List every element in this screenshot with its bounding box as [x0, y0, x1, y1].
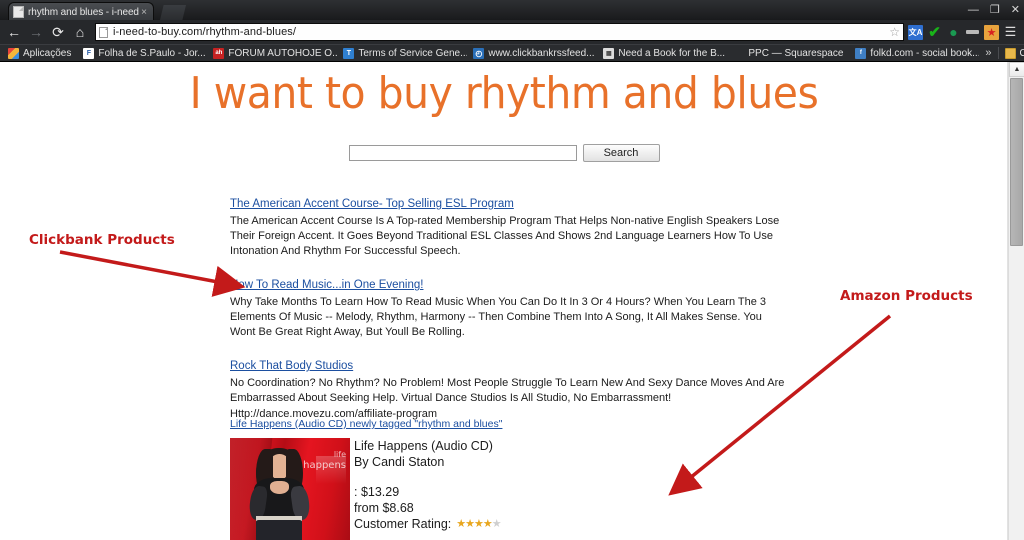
- product-byline: By Candi Staton: [354, 455, 445, 469]
- bookmark-star-icon[interactable]: ☆: [889, 25, 900, 39]
- page-info-icon: [99, 26, 108, 38]
- result-description: The American Accent Course Is A Top-rate…: [230, 215, 780, 258]
- folkd-icon: f: [855, 47, 867, 59]
- checkmark-icon[interactable]: ✔: [927, 24, 942, 41]
- search-form: Search: [0, 144, 1008, 162]
- page-content: I want to buy rhythm and blues Search Th…: [0, 62, 1008, 540]
- search-input[interactable]: [348, 145, 577, 161]
- star-extension-icon[interactable]: ★: [984, 24, 999, 40]
- title-bar: rhythm and blues - i-need-to × — ❐ ✕: [0, 0, 1024, 21]
- maximize-icon[interactable]: ❐: [990, 4, 1000, 16]
- folha-icon: F: [83, 47, 95, 59]
- result-item: The American Accent Course- Top Selling …: [230, 194, 790, 259]
- product-price: : $13.29: [354, 485, 400, 499]
- bookmark-label: PPC — Squarespace: [748, 47, 844, 59]
- browser-window: rhythm and blues - i-need-to × — ❐ ✕ ← →…: [0, 0, 1024, 540]
- result-title-link[interactable]: How To Read Music...in One Evening!: [230, 278, 423, 292]
- amazon-product-body: life happens Life Happens (Audio CD) By …: [230, 438, 790, 540]
- back-icon[interactable]: ←: [3, 21, 25, 43]
- bookmark-label: Need a Book for the B...: [618, 47, 726, 59]
- product-rating: Customer Rating: ★ ★ ★ ★ ★: [354, 516, 536, 532]
- home-icon[interactable]: ⌂: [69, 21, 91, 43]
- bookmarks-bar: Aplicações F Folha de S.Paulo - Jor... a…: [0, 44, 1024, 61]
- album-cover-image[interactable]: life happens: [230, 438, 350, 540]
- autohoje-icon: ah: [213, 47, 225, 59]
- page-viewport: I want to buy rhythm and blues Search Th…: [0, 62, 1024, 540]
- browser-chrome: rhythm and blues - i-need-to × — ❐ ✕ ← →…: [0, 0, 1024, 62]
- reload-icon[interactable]: ⟳: [47, 21, 69, 43]
- menu-icon[interactable]: ☰: [1003, 24, 1018, 40]
- result-title-link[interactable]: Rock That Body Studios: [230, 359, 353, 373]
- result-item: Rock That Body Studios No Coordination? …: [230, 356, 790, 421]
- product-title: Life Happens (Audio CD): [354, 439, 493, 453]
- green-circle-icon[interactable]: ●: [946, 24, 961, 40]
- bookmark-label: folkd.com - social book...: [870, 47, 980, 59]
- bookmark-item[interactable]: F Folha de S.Paulo - Jor...: [77, 47, 207, 59]
- blank-icon: [733, 48, 744, 59]
- search-button[interactable]: Search: [582, 144, 660, 162]
- address-bar[interactable]: i-need-to-buy.com/rhythm-and-blues/ ☆: [95, 23, 904, 41]
- bookmark-item[interactable]: Aplicações: [2, 47, 77, 59]
- rss-icon: ◴: [473, 47, 485, 59]
- bookmark-item[interactable]: ◴ www.clickbankrssfeed...: [467, 47, 597, 59]
- address-bar-url: i-need-to-buy.com/rhythm-and-blues/: [113, 26, 297, 38]
- amazon-tag-link[interactable]: Life Happens (Audio CD) newly tagged "rh…: [230, 418, 502, 430]
- close-window-icon[interactable]: ✕: [1011, 4, 1020, 16]
- product-from-price: from $8.68: [354, 501, 414, 515]
- new-tab-button[interactable]: [160, 5, 186, 20]
- tab-title: rhythm and blues - i-need-to: [28, 6, 140, 18]
- amazon-product-details: Life Happens (Audio CD) By Candi Staton …: [354, 438, 536, 540]
- other-bookmarks-folder[interactable]: Outros marcadores: [999, 47, 1024, 59]
- minimize-icon[interactable]: —: [968, 4, 979, 16]
- window-controls: — ❐ ✕: [968, 1, 1020, 19]
- page-favicon-icon: [13, 6, 24, 18]
- bookmark-label: Folha de S.Paulo - Jor...: [98, 47, 206, 59]
- book-icon: ▦: [603, 47, 615, 59]
- other-bookmarks-label: Outros marcadores: [1020, 48, 1024, 59]
- bookmark-label: FÓRUM AUTOHOJE O...: [228, 47, 338, 59]
- bookmark-label: Aplicações: [23, 47, 72, 59]
- translate-icon[interactable]: 文A: [908, 24, 923, 40]
- browser-tab[interactable]: rhythm and blues - i-need-to ×: [8, 2, 154, 21]
- page-title: I want to buy rhythm and blues: [189, 68, 819, 119]
- forward-icon[interactable]: →: [25, 21, 47, 43]
- vertical-scrollbar[interactable]: ▲: [1008, 62, 1024, 540]
- scrollbar-thumb[interactable]: [1010, 78, 1023, 246]
- result-item: How To Read Music...in One Evening! Why …: [230, 275, 790, 340]
- tos-icon: T: [343, 47, 355, 59]
- apps-icon: [8, 47, 19, 59]
- scroll-up-button[interactable]: ▲: [1009, 62, 1024, 77]
- navigation-bar: ← → ⟳ ⌂ i-need-to-buy.com/rhythm-and-blu…: [0, 20, 1024, 44]
- bookmark-item[interactable]: ah FÓRUM AUTOHOJE O...: [207, 47, 338, 59]
- close-tab-icon[interactable]: ×: [139, 7, 149, 18]
- bookmarks-overflow-icon[interactable]: »: [979, 47, 997, 59]
- search-results-list: The American Accent Course- Top Selling …: [230, 194, 790, 438]
- bookmark-item[interactable]: ▦ Need a Book for the B...: [597, 47, 727, 59]
- gray-bar-icon[interactable]: [965, 25, 980, 40]
- amazon-product-block: Life Happens (Audio CD) newly tagged "rh…: [230, 414, 790, 540]
- result-title-link[interactable]: The American Accent Course- Top Selling …: [230, 197, 514, 211]
- bookmark-label: www.clickbankrssfeed...: [488, 47, 595, 59]
- album-title-line1: life: [333, 450, 346, 459]
- extension-toolbar: 文A ✔ ● ★ ☰: [908, 24, 1021, 41]
- result-description: Why Take Months To Learn How To Read Mus…: [230, 296, 767, 339]
- bookmark-item[interactable]: T Terms of Service Gene...: [337, 47, 468, 59]
- album-title-text: life happens: [303, 450, 346, 472]
- folder-icon: [1004, 47, 1016, 59]
- album-title-line2: happens: [303, 459, 346, 471]
- rating-label: Customer Rating:: [354, 517, 452, 531]
- bookmark-item[interactable]: f folkd.com - social book...: [849, 47, 980, 59]
- album-artist-figure: [247, 446, 312, 540]
- bookmark-item[interactable]: PPC — Squarespace: [727, 48, 849, 59]
- bookmark-label: Terms of Service Gene...: [358, 47, 468, 59]
- rating-stars-icon: ★ ★ ★ ★ ★: [456, 517, 501, 530]
